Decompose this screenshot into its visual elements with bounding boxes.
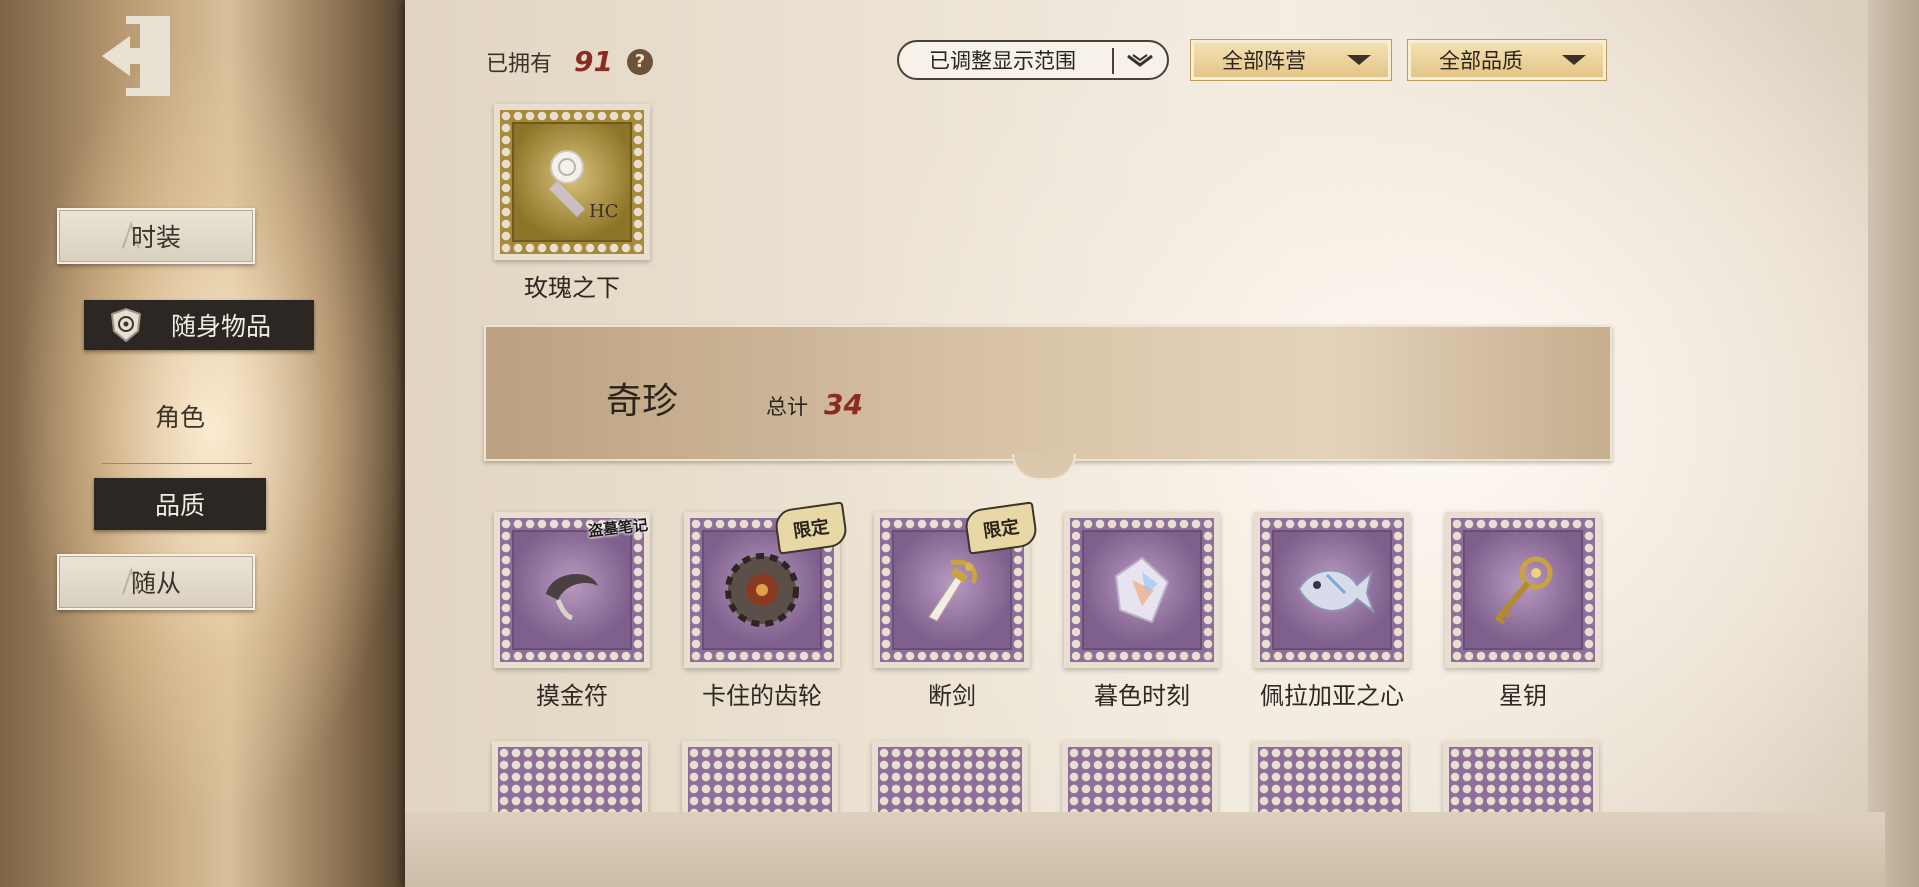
stamp — [688, 747, 832, 813]
sidebar-item-character[interactable]: 角色 — [85, 398, 275, 434]
stamp — [878, 747, 1022, 813]
limited-badge: 限定 — [773, 501, 849, 555]
page-edge — [1868, 0, 1919, 887]
stamp — [1451, 518, 1595, 662]
total-value: 34 — [824, 388, 863, 421]
item-card[interactable]: 佩拉加亚之心 — [1252, 512, 1412, 711]
stamp-frame: HC — [494, 104, 650, 260]
dropdown-label: 全部品质 — [1439, 49, 1523, 73]
page-bottom — [405, 812, 1885, 887]
sidebar-item-label: 品质 — [154, 491, 205, 520]
total-label: 总计 — [766, 395, 808, 419]
item-name: 摸金符 — [536, 682, 608, 710]
section-total: 总计 34 — [766, 388, 863, 421]
dropdown-label: 全部阵营 — [1222, 49, 1306, 73]
stamp-frame: 盗墓笔记 — [494, 512, 650, 668]
item-card[interactable]: HC 玫瑰之下 — [492, 104, 652, 303]
stamp-frame[interactable] — [872, 741, 1028, 813]
next-row — [480, 735, 1620, 813]
item-card[interactable]: 限定 断剑 — [872, 501, 1039, 711]
exit-icon[interactable] — [96, 14, 176, 98]
faction-dropdown[interactable]: 全部阵营 — [1191, 40, 1391, 80]
limited-badge: 限定 — [963, 501, 1039, 555]
stamp-frame[interactable] — [1443, 741, 1599, 813]
chevron-down-icon — [1347, 55, 1371, 65]
stamp-frame[interactable] — [492, 741, 648, 813]
dropdown-separator — [1112, 48, 1114, 74]
stamp-frame — [1064, 512, 1220, 668]
sidebar-item-costume[interactable]: 时装 — [57, 208, 255, 264]
chevron-down-icon — [1562, 55, 1586, 65]
sidebar-divider — [102, 463, 252, 464]
stamp-frame[interactable] — [682, 741, 838, 813]
stamp-frame: 限定 — [684, 501, 849, 668]
sidebar-item-accessories[interactable]: 随身物品 — [84, 300, 314, 350]
stamp-frame[interactable] — [1252, 741, 1408, 813]
decor-mark-icon — [122, 566, 140, 595]
svg-text:HC: HC — [589, 201, 617, 222]
decor-mark-icon — [122, 220, 140, 249]
stamp — [1260, 518, 1404, 662]
owned-count: 已拥有 91 ? — [486, 45, 653, 78]
stamp-frame — [1445, 512, 1601, 668]
dropdown-label: 已调整显示范围 — [929, 49, 1076, 73]
owned-number: 91 — [574, 45, 613, 78]
help-icon[interactable]: ? — [626, 48, 653, 75]
stamp — [498, 747, 642, 813]
item-name: 暮色时刻 — [1094, 682, 1190, 710]
quality-dropdown[interactable]: 全部品质 — [1408, 40, 1606, 80]
amulet-icon — [512, 530, 632, 650]
sidebar-item-follower[interactable]: 随从 — [57, 554, 255, 610]
stamp — [1258, 747, 1402, 813]
stamp: HC — [500, 110, 644, 254]
stamp-frame[interactable] — [1062, 741, 1218, 813]
stamp — [1449, 747, 1593, 813]
display-range-dropdown[interactable]: 已调整显示范围 — [897, 40, 1169, 80]
item-card[interactable]: 限定 卡住的齿轮 — [682, 501, 849, 711]
chevron-down-icon — [1127, 54, 1153, 67]
item-card[interactable]: 盗墓笔记 摸金符 — [492, 512, 652, 711]
section-title: 奇珍 — [606, 381, 679, 422]
item-name: 卡住的齿轮 — [702, 682, 822, 710]
stamp-frame — [1254, 512, 1410, 668]
item-name: 断剑 — [928, 682, 976, 710]
stamp — [1068, 747, 1212, 813]
crystal-icon — [1082, 530, 1202, 650]
item-name: 星钥 — [1499, 682, 1547, 710]
shield-emblem-icon — [110, 307, 142, 343]
item-name: 佩拉加亚之心 — [1260, 682, 1404, 710]
collab-tag: 盗墓笔记 — [587, 515, 649, 540]
sidebar-item-label: 随身物品 — [170, 312, 271, 341]
stamp — [1070, 518, 1214, 662]
item-name: 玫瑰之下 — [524, 274, 620, 302]
item-card[interactable]: 星钥 — [1443, 512, 1603, 711]
sidebar: 时装 随身物品 角色 品质 随从 — [0, 0, 415, 887]
owned-label: 已拥有 — [486, 51, 553, 77]
fish-icon — [1272, 530, 1392, 650]
sidebar-item-quality[interactable]: 品质 — [94, 478, 266, 530]
star-key-icon — [1463, 530, 1583, 650]
item-card[interactable]: 暮色时刻 — [1062, 512, 1222, 711]
stamp-frame: 限定 — [874, 501, 1039, 668]
rose-stamp-icon: HC — [512, 122, 632, 242]
